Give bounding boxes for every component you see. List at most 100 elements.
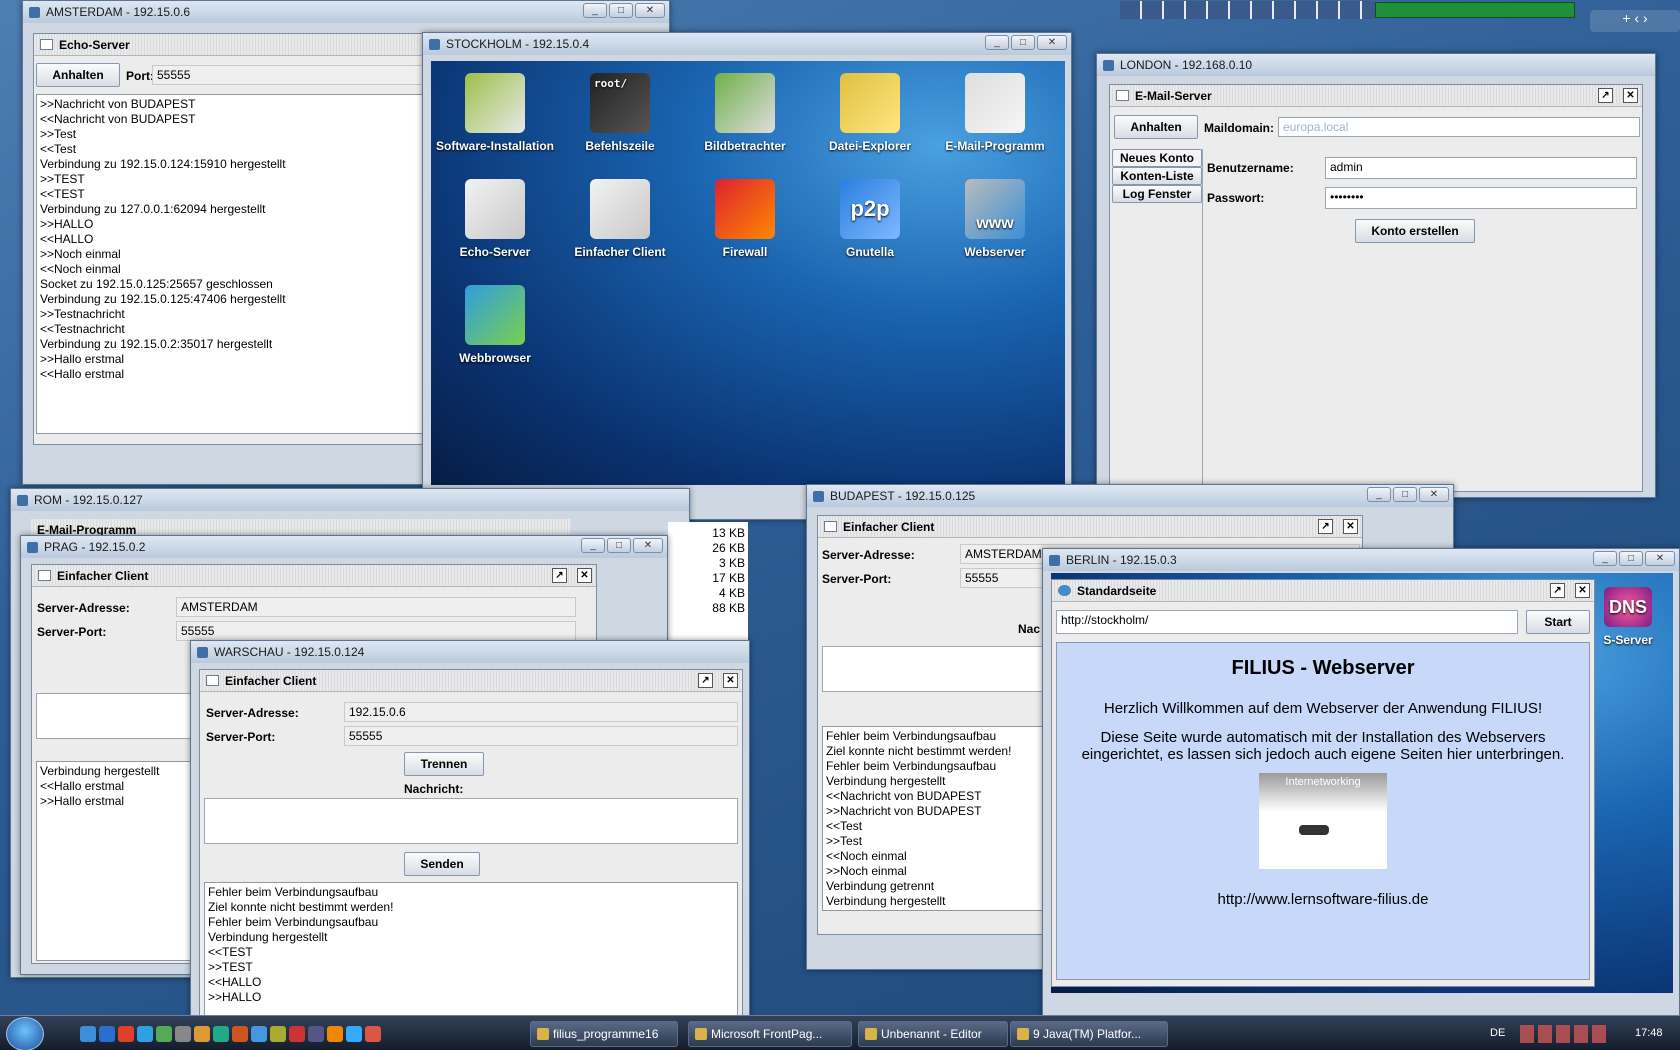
titlebar[interactable]: STOCKHOLM - 192.15.0.4 _ □ ✕ (423, 33, 1071, 55)
quick-launch-icon[interactable] (137, 1026, 153, 1042)
detach-icon[interactable]: ↗ (698, 673, 713, 688)
client-log[interactable]: Fehler beim Verbindungsaufbau Ziel konnte… (204, 882, 738, 1018)
minimize-button[interactable]: _ (581, 538, 605, 553)
maildomain-field[interactable]: europa.local (1278, 117, 1640, 137)
tab-account-list[interactable]: Konten-Liste (1112, 167, 1202, 185)
detach-icon[interactable]: ↗ (1318, 519, 1333, 534)
tab-new-account[interactable]: Neues Konto (1112, 149, 1202, 167)
desktop-icon-firewall[interactable]: Firewall (685, 179, 805, 259)
quick-launch-icon[interactable] (327, 1026, 343, 1042)
close-button[interactable]: ✕ (1419, 487, 1449, 502)
quick-launch-icon[interactable] (251, 1026, 267, 1042)
quick-launch-icon[interactable] (194, 1026, 210, 1042)
titlebar[interactable]: BERLIN - 192.15.0.3 _ □ ✕ (1043, 549, 1679, 571)
app-title: E-Mail-Server (1135, 88, 1212, 103)
desktop-icon-webserver[interactable]: www Webserver (935, 179, 1055, 259)
tab-list: Neues Konto Konten-Liste Log Fenster (1112, 149, 1202, 203)
minimize-button[interactable]: _ (985, 35, 1009, 50)
desktop-icon-webbrowser[interactable]: Webbrowser (435, 285, 555, 365)
desktop-icon-image-viewer[interactable]: Bildbetrachter (685, 73, 805, 153)
maximize-button[interactable]: □ (607, 538, 631, 553)
server-port-field[interactable]: 55555 (344, 726, 738, 746)
create-account-button[interactable]: Konto erstellen (1355, 219, 1475, 243)
homepage-link[interactable]: http://www.lernsoftware-filius.de (1067, 891, 1579, 908)
quick-launch-icon[interactable] (232, 1026, 248, 1042)
minimize-button[interactable]: _ (1593, 551, 1617, 566)
stop-button[interactable]: Anhalten (36, 63, 120, 87)
server-address-field[interactable]: AMSTERDAM (176, 597, 576, 617)
message-field[interactable] (204, 798, 738, 844)
quick-launch-icon[interactable] (346, 1026, 362, 1042)
desktop-icon-dns-server[interactable]: DNS S-Server (1583, 587, 1673, 647)
desktop-icon-software-installation[interactable]: Software-Installation (435, 73, 555, 153)
quick-launch-icon[interactable] (213, 1026, 229, 1042)
desktop-icon-email-program[interactable]: E-Mail-Programm (935, 73, 1055, 153)
desktop-icon-file-explorer[interactable]: Datei-Explorer (810, 73, 930, 153)
desktop-icon-simple-client[interactable]: Einfacher Client (560, 179, 680, 259)
window-warschau[interactable]: WARSCHAU - 192.15.0.124 Einfacher Client… (190, 640, 750, 1020)
username-field[interactable]: admin (1325, 157, 1637, 179)
close-button[interactable]: ✕ (1037, 35, 1067, 50)
close-icon[interactable]: ✕ (723, 673, 738, 688)
titlebar[interactable]: BUDAPEST - 192.15.0.125 _ □ ✕ (807, 485, 1453, 507)
titlebar[interactable]: LONDON - 192.168.0.10 (1097, 54, 1655, 76)
maximize-button[interactable]: □ (609, 3, 633, 18)
titlebar[interactable]: AMSTERDAM - 192.15.0.6 _ □ ✕ (23, 1, 669, 23)
password-field[interactable]: •••••••• (1325, 187, 1637, 209)
quick-launch-icon[interactable] (308, 1026, 324, 1042)
minimize-button[interactable]: _ (583, 3, 607, 18)
disconnect-button[interactable]: Trennen (404, 752, 484, 776)
port-field[interactable]: 55555 (152, 65, 452, 85)
maildomain-label: Maildomain: (1204, 121, 1275, 135)
titlebar[interactable]: WARSCHAU - 192.15.0.124 (191, 641, 749, 663)
titlebar[interactable]: PRAG - 192.15.0.2 _ □ ✕ (21, 536, 667, 558)
quick-launch-icon[interactable] (270, 1026, 286, 1042)
desktop-icon-command-line[interactable]: root/Befehlszeile (560, 73, 680, 153)
server-address-field[interactable]: 192.15.0.6 (344, 702, 738, 722)
taskbar-button[interactable]: filius_programme16 (530, 1021, 678, 1047)
taskbar-button[interactable]: Unbenannt - Editor (858, 1021, 1008, 1047)
close-button[interactable]: ✕ (635, 3, 665, 18)
close-icon[interactable]: ✕ (577, 568, 592, 583)
window-stockholm[interactable]: STOCKHOLM - 192.15.0.4 _ □ ✕ Software-Inst… (422, 32, 1072, 520)
close-icon[interactable]: ✕ (1343, 519, 1358, 534)
desktop-icon-echo-server[interactable]: Echo-Server (435, 179, 555, 259)
minimize-button[interactable]: _ (1367, 487, 1391, 502)
close-icon[interactable]: ✕ (1623, 88, 1638, 103)
maximize-button[interactable]: □ (1393, 487, 1417, 502)
maximize-button[interactable]: □ (1619, 551, 1643, 566)
url-field[interactable]: http://stockholm/ (1056, 610, 1518, 634)
close-icon[interactable]: ✕ (1575, 583, 1590, 598)
sidebar-gadget-control[interactable]: + ‹ › (1590, 10, 1680, 32)
maximize-button[interactable]: □ (1011, 35, 1035, 50)
quick-launch-icon[interactable] (99, 1026, 115, 1042)
quick-launch-icon[interactable] (80, 1026, 96, 1042)
app-icons[interactable] (1120, 1, 1375, 19)
start-button[interactable]: Start (1526, 610, 1590, 634)
language-indicator[interactable]: DE (1490, 1027, 1505, 1039)
desktop-icon-gnutella[interactable]: p2p Gnutella (810, 179, 930, 259)
taskbar-button[interactable]: 9 Java(TM) Platfor... (1010, 1021, 1168, 1047)
titlebar[interactable]: ROM - 192.15.0.127 (11, 489, 689, 511)
quick-launch-icon[interactable] (156, 1026, 172, 1042)
detach-icon[interactable]: ↗ (1598, 88, 1613, 103)
close-button[interactable]: ✕ (1645, 551, 1675, 566)
quick-launch-icon[interactable] (365, 1026, 381, 1042)
close-button[interactable]: ✕ (633, 538, 663, 553)
window-london[interactable]: LONDON - 192.168.0.10 E-Mail-Server ↗ ✕ A… (1096, 53, 1656, 498)
quick-launch-icon[interactable] (118, 1026, 134, 1042)
quick-launch-icon[interactable] (289, 1026, 305, 1042)
tray-icons[interactable] (1520, 1025, 1610, 1043)
server-port-field[interactable]: 55555 (176, 621, 576, 641)
detach-icon[interactable]: ↗ (1550, 583, 1565, 598)
detach-icon[interactable]: ↗ (552, 568, 567, 583)
clock[interactable]: 17:48 (1635, 1027, 1663, 1039)
quick-launch-icon[interactable] (175, 1026, 191, 1042)
taskbar-button[interactable]: Microsoft FrontPag... (688, 1021, 852, 1047)
stop-button[interactable]: Anhalten (1114, 115, 1198, 139)
send-button[interactable]: Senden (404, 852, 480, 876)
window-icon (40, 39, 53, 50)
window-berlin[interactable]: BERLIN - 192.15.0.3 _ □ ✕ DNS S-Server Sta… (1042, 548, 1680, 1018)
start-button[interactable] (6, 1017, 44, 1050)
tab-log-window[interactable]: Log Fenster (1112, 185, 1202, 203)
